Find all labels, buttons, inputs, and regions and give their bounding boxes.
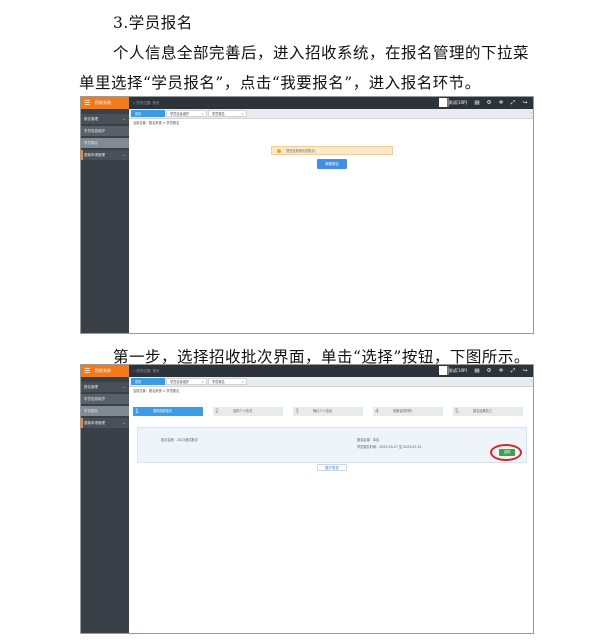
batch-period: 学员报名时间：2023-03-27 至 2023-03-31 [357, 445, 422, 449]
step-label: 确认个人信息 [313, 409, 333, 413]
sidebar-item-label: 报名管理 [84, 385, 98, 389]
tab-scroll-icon[interactable]: › [530, 110, 532, 115]
sidebar-item-label: 报名管理 [84, 117, 98, 121]
brand-logo[interactable]: ☰ 招收系统 [81, 97, 129, 109]
step-select-batch: 1 选择招收批次 [133, 407, 203, 416]
screenshot-registration-entry: ☰ 招收系统 » 您的位置: 首页 测试[10P] ▤ ⚙ ✲ ⤢ ↪ 报名管理… [80, 96, 534, 334]
sidebar-item-refund[interactable]: 退款申请管理 ⌄ [81, 418, 129, 428]
sidebar-item-student-registration[interactable]: 学员报名 [81, 406, 129, 416]
top-breadcrumb: » 您的位置: 首页 [133, 101, 160, 105]
intro-line-2: 单里选择“学员报名”，点击“我要报名”，进入报名环节。 [79, 74, 481, 92]
sidebar: 报名管理 ⌄ 学员信息维护 学员报名 退款申请管理 ⌄ [81, 377, 129, 633]
sidebar-item-label: 学员信息维护 [84, 129, 105, 133]
step-number: 1 [135, 408, 139, 415]
registration-stepper: 1 选择招收批次 2 选择个人情况 3 确认个人信息 4 资格证明材料 5 报名结果告之 [133, 407, 529, 417]
document-icon[interactable]: ▤ [473, 97, 481, 109]
warning-icon [277, 149, 281, 153]
batch-region: 报名区域：本区 [357, 438, 380, 442]
step-qualification-docs: 4 资格证明材料 [373, 407, 443, 416]
tab-label: 学员信息维护 [170, 112, 190, 116]
chevron-down-icon: ⌄ [122, 152, 126, 157]
intro-line-1: 个人信息全部完善后，进入招收系统，在报名管理的下拉菜 [113, 44, 530, 62]
logout-icon[interactable]: ↪ [521, 365, 529, 377]
highlight-circle [490, 444, 522, 461]
step-result: 5 报名结果告之 [453, 407, 523, 416]
tab-student-registration[interactable]: 学员报名 × [208, 378, 247, 385]
step-personal-situation: 2 选择个人情况 [213, 407, 283, 416]
gear-icon[interactable]: ✲ [497, 365, 505, 377]
user-name[interactable]: 测试[10P] [448, 97, 467, 109]
chevron-down-icon: ⌄ [122, 420, 126, 425]
sidebar-item-label: 学员报名 [84, 141, 98, 145]
chevron-down-icon: ⌄ [122, 116, 126, 121]
close-icon[interactable]: × [241, 111, 244, 118]
tab-student-info[interactable]: 学员信息维护 × [166, 110, 207, 117]
page-breadcrumb: 当前位置：报名系统 > 学员报名 [133, 389, 180, 393]
sidebar-item-student-info[interactable]: 学员信息维护 [81, 394, 129, 404]
sidebar-item-label: 退款申请管理 [84, 421, 105, 425]
step-number: 3 [295, 408, 299, 415]
settings-icon[interactable]: ⚙ [485, 365, 493, 377]
top-breadcrumb: » 您的位置: 首页 [133, 369, 160, 373]
tab-label: 学员信息维护 [170, 380, 190, 384]
step-label: 资格证明材料 [393, 409, 413, 413]
menu-icon[interactable]: ☰ [84, 365, 90, 377]
batch-name: 批次名称：2023测试批次 [161, 438, 198, 442]
close-icon[interactable]: × [201, 379, 204, 386]
tab-label: 学员报名 [212, 380, 225, 384]
top-bar: ☰ 招收系统 » 您的位置: 首页 测试[10P] ▤ ⚙ ✲ ⤢ ↪ [81, 97, 533, 109]
menu-icon[interactable]: ☰ [84, 97, 90, 109]
active-marker [81, 150, 83, 160]
close-icon[interactable]: × [241, 379, 244, 386]
sidebar-item-label: 学员报名 [84, 409, 98, 413]
brand-logo[interactable]: ☰ 招收系统 [81, 365, 129, 377]
document-icon[interactable]: ▤ [473, 365, 481, 377]
step-confirm-info: 3 确认个人信息 [293, 407, 363, 416]
sidebar-item-registration[interactable]: 报名管理 ⌄ [81, 382, 129, 392]
step-label: 选择个人情况 [233, 409, 253, 413]
chevron-down-icon: ⌄ [122, 384, 126, 389]
notice-banner: 您还没有报名的批次。 [271, 146, 393, 155]
settings-icon[interactable]: ⚙ [485, 97, 493, 109]
tab-label: 首页 [135, 112, 142, 116]
tab-student-info[interactable]: 学员信息维护 × [166, 378, 207, 385]
sidebar-item-student-registration[interactable]: 学员报名 [81, 138, 129, 148]
expand-icon[interactable]: ⤢ [509, 97, 517, 109]
tab-label: 首页 [135, 380, 142, 384]
tab-home[interactable]: 首页 [131, 110, 165, 117]
tab-scroll-icon[interactable]: › [530, 378, 532, 383]
tab-student-registration[interactable]: 学员报名 × [208, 110, 247, 117]
sidebar-item-refund[interactable]: 退款申请管理 ⌄ [81, 150, 129, 160]
active-marker [81, 418, 83, 428]
tab-bar: 首页 学员信息维护 × 学员报名 × › [129, 109, 533, 119]
logout-icon[interactable]: ↪ [521, 97, 529, 109]
expand-more-button[interactable]: 展开更多 [317, 464, 347, 471]
sidebar: 报名管理 ⌄ 学员信息维护 学员报名 退款申请管理 ⌄ [81, 109, 129, 333]
step-label: 报名结果告之 [473, 409, 493, 413]
user-name[interactable]: 测试[10P] [448, 365, 467, 377]
tab-home[interactable]: 首页 [131, 378, 165, 385]
brand-name: 招收系统 [95, 100, 111, 105]
expand-icon[interactable]: ⤢ [509, 365, 517, 377]
apply-button[interactable]: 我要报名 [317, 159, 347, 169]
page-breadcrumb: 当前位置：报名系统 > 学员报名 [133, 121, 180, 125]
screenshot-select-batch: ☰ 招收系统 » 您的位置: 首页 测试[10P] ▤ ⚙ ✲ ⤢ ↪ 报名管理… [80, 364, 534, 634]
step-number: 5 [455, 408, 459, 415]
batch-card [137, 427, 527, 463]
step-number: 2 [215, 408, 219, 415]
sidebar-item-registration[interactable]: 报名管理 ⌄ [81, 114, 129, 124]
top-bar: ☰ 招收系统 » 您的位置: 首页 测试[10P] ▤ ⚙ ✲ ⤢ ↪ [81, 365, 533, 377]
close-icon[interactable]: × [201, 111, 204, 118]
tab-bar: 首页 学员信息维护 × 学员报名 × › [129, 377, 533, 387]
heading: 3.学员报名 [113, 14, 193, 32]
sidebar-item-label: 学员信息维护 [84, 397, 105, 401]
sidebar-item-student-info[interactable]: 学员信息维护 [81, 126, 129, 136]
step-label: 选择招收批次 [153, 409, 173, 413]
step-number: 4 [375, 408, 379, 415]
notice-text: 您还没有报名的批次。 [286, 149, 318, 153]
tab-label: 学员报名 [212, 112, 225, 116]
brand-name: 招收系统 [95, 368, 111, 373]
gear-icon[interactable]: ✲ [497, 97, 505, 109]
sidebar-item-label: 退款申请管理 [84, 153, 105, 157]
